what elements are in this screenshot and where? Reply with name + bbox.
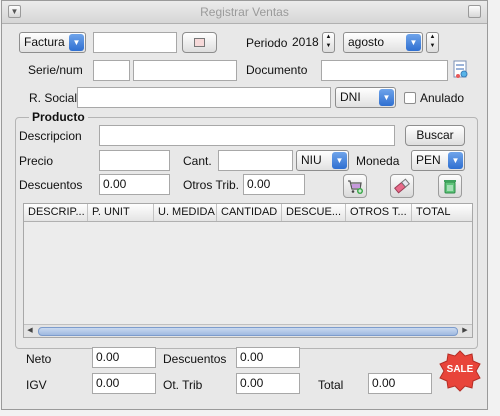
- add-to-cart-button[interactable]: [343, 174, 367, 198]
- window-close-icon[interactable]: [468, 5, 481, 18]
- doc-id-combo[interactable]: DNI ▼: [335, 87, 396, 108]
- igv-label: IGV: [26, 378, 47, 392]
- unit-combo[interactable]: NIU ▼: [296, 150, 349, 171]
- month-value: agosto: [348, 35, 385, 49]
- ottrib-field[interactable]: 0.00: [236, 373, 300, 394]
- moneda-value: PEN: [416, 153, 441, 167]
- column-header[interactable]: P. UNIT: [88, 204, 154, 221]
- anulado-label: Anulado: [420, 91, 465, 105]
- calendar-icon: [194, 38, 205, 47]
- rsocial-label: R. Social: [29, 91, 78, 105]
- chevron-down-icon: ▼: [379, 89, 394, 106]
- descuentos-field[interactable]: 0.00: [99, 174, 170, 195]
- ottrib-label: Ot. Trib: [163, 378, 203, 392]
- anulado-checkbox[interactable]: [404, 92, 416, 104]
- chevron-down-icon: ▼: [69, 34, 84, 51]
- total-label: Total: [318, 378, 344, 392]
- documento-field[interactable]: [321, 60, 448, 81]
- doc-number-field[interactable]: [93, 32, 177, 53]
- otros-trib-label: Otros Trib.: [183, 178, 240, 192]
- periodo-label: Periodo: [246, 36, 288, 50]
- cart-add-icon: [346, 177, 364, 198]
- totals-descuentos-label: Descuentos: [163, 352, 227, 366]
- window-title: Registrar Ventas: [200, 5, 289, 19]
- column-header[interactable]: DESCRIP...: [24, 204, 88, 221]
- column-header[interactable]: U. MEDIDA: [154, 204, 217, 221]
- otros-trib-field[interactable]: 0.00: [243, 174, 305, 195]
- calendar-button[interactable]: [182, 32, 217, 53]
- igv-field[interactable]: 0.00: [92, 373, 156, 394]
- moneda-label: Moneda: [356, 154, 400, 168]
- producto-group-title: Producto: [29, 110, 88, 124]
- chevron-down-icon: ▼: [332, 152, 347, 169]
- doc-type-value: Factura: [24, 35, 65, 49]
- year-spinner[interactable]: ▲ ▼: [322, 32, 335, 53]
- horizontal-scrollbar[interactable]: ◀ ▶: [24, 324, 472, 337]
- doc-id-value: DNI: [340, 90, 361, 104]
- column-header[interactable]: OTROS T...: [346, 204, 412, 221]
- unit-value: NIU: [301, 153, 322, 167]
- month-combo[interactable]: agosto ▼: [343, 32, 423, 53]
- chevron-down-icon: ▼: [448, 152, 463, 169]
- clear-button[interactable]: [390, 174, 414, 198]
- cant-field[interactable]: [218, 150, 293, 171]
- products-table[interactable]: DESCRIP... P. UNIT U. MEDIDA CANTIDAD DE…: [23, 203, 473, 338]
- sale-label: SALE: [446, 364, 474, 375]
- registrar-ventas-window: ▼ Registrar Ventas Factura ▼ Periodo 201…: [1, 0, 488, 410]
- month-spinner[interactable]: ▲ ▼: [426, 32, 439, 53]
- numero-field[interactable]: [133, 60, 237, 81]
- scrollbar-thumb[interactable]: [38, 327, 458, 336]
- doc-type-combo[interactable]: Factura ▼: [19, 32, 86, 53]
- serie-field[interactable]: [93, 60, 130, 81]
- title-bar: ▼ Registrar Ventas: [2, 1, 487, 24]
- totals-descuentos-field[interactable]: 0.00: [236, 347, 300, 368]
- scroll-left-icon[interactable]: ◀: [25, 326, 35, 336]
- year-field[interactable]: 2018: [292, 32, 320, 53]
- column-header[interactable]: CANTIDAD: [217, 204, 282, 221]
- moneda-combo[interactable]: PEN ▼: [411, 150, 465, 171]
- delete-button[interactable]: [438, 174, 462, 198]
- descuentos-label: Descuentos: [19, 178, 83, 192]
- buscar-button[interactable]: Buscar: [405, 125, 465, 146]
- column-header[interactable]: DESCUE...: [282, 204, 346, 221]
- total-field[interactable]: 0.00: [368, 373, 432, 394]
- neto-field[interactable]: 0.00: [92, 347, 156, 368]
- documento-label: Documento: [246, 63, 308, 77]
- search-client-icon[interactable]: [453, 59, 470, 81]
- serie-label: Serie/num: [28, 63, 83, 77]
- sale-button[interactable]: SALE: [438, 349, 482, 393]
- precio-field[interactable]: [99, 150, 170, 171]
- eraser-icon: [393, 177, 411, 198]
- precio-label: Precio: [19, 154, 54, 168]
- column-header[interactable]: TOTAL: [412, 204, 472, 221]
- scroll-right-icon[interactable]: ▶: [460, 326, 470, 336]
- trash-icon: [441, 177, 459, 198]
- cant-label: Cant.: [183, 154, 212, 168]
- descripcion-field[interactable]: [99, 125, 395, 146]
- rsocial-field[interactable]: [77, 87, 331, 108]
- descripcion-label: Descripcion: [19, 129, 82, 143]
- chevron-down-icon: ▼: [406, 34, 421, 51]
- neto-label: Neto: [26, 352, 52, 366]
- table-header: DESCRIP... P. UNIT U. MEDIDA CANTIDAD DE…: [24, 204, 472, 222]
